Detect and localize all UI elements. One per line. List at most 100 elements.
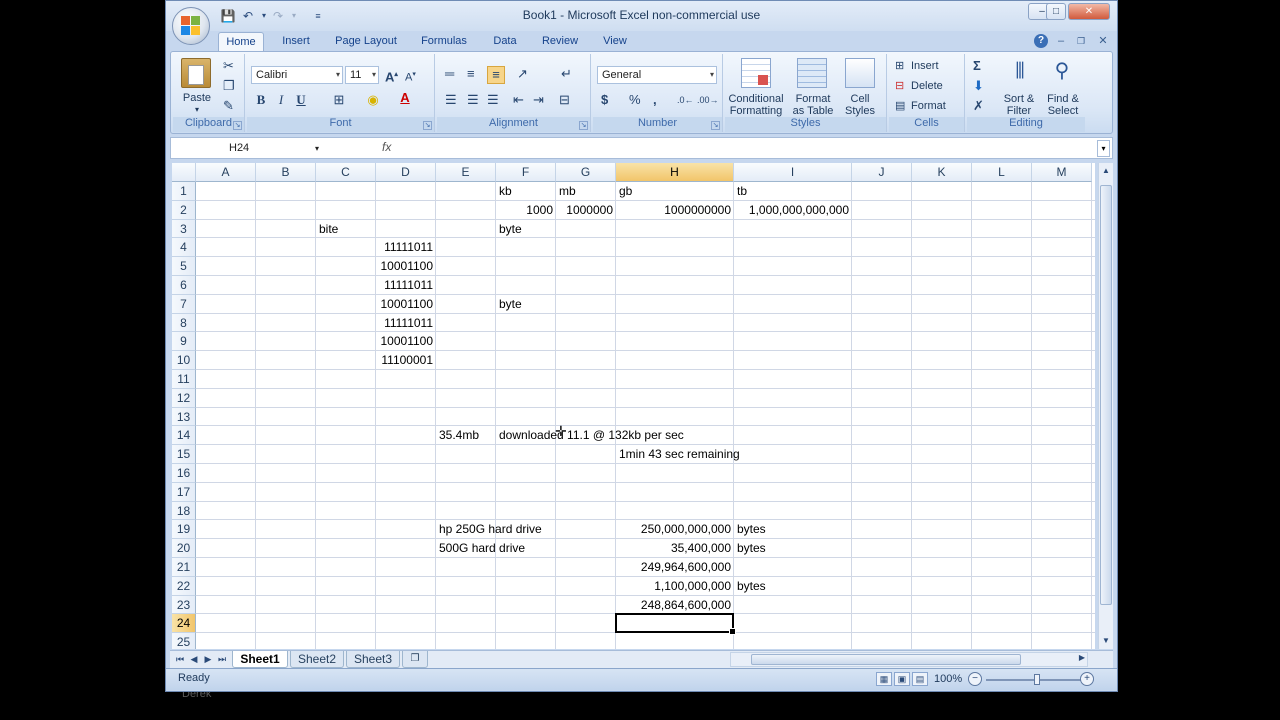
row-header-22[interactable]: 22 — [172, 576, 196, 596]
font-dialog-launcher[interactable]: ↘ — [423, 121, 432, 130]
prev-sheet-icon[interactable]: ◀ — [188, 653, 200, 666]
number-dialog-launcher[interactable]: ↘ — [711, 121, 720, 130]
tab-formulas[interactable]: Formulas — [414, 32, 474, 52]
row-header-10[interactable]: 10 — [172, 351, 196, 370]
last-sheet-icon[interactable]: ⏭ — [216, 653, 228, 666]
column-header-d[interactable]: D — [376, 163, 436, 182]
scroll-right-icon[interactable]: ▶ — [1079, 653, 1085, 662]
sort-filter-label-2[interactable]: Filter — [997, 105, 1041, 117]
tab-page-layout[interactable]: Page Layout — [330, 32, 402, 52]
find-select-label-1[interactable]: Find & — [1041, 93, 1085, 105]
zoom-out-icon[interactable]: − — [968, 672, 982, 686]
sheet-tab-sheet1[interactable]: Sheet1 — [232, 651, 288, 668]
cell-styles-label-2[interactable]: Styles — [839, 105, 881, 117]
sheet-tab-sheet2[interactable]: Sheet2 — [290, 651, 344, 668]
align-right-icon[interactable]: ☰ — [487, 92, 499, 108]
cell-f7[interactable]: byte — [499, 295, 522, 313]
cell-g1[interactable]: mb — [559, 182, 576, 200]
cell-f3[interactable]: byte — [499, 220, 522, 238]
close-button[interactable]: ✕ — [1068, 3, 1110, 20]
zoom-slider[interactable] — [986, 674, 1086, 685]
row-header-6[interactable]: 6 — [172, 276, 196, 295]
align-middle-icon[interactable]: ≡ — [467, 66, 475, 82]
zoom-level[interactable]: 100% — [934, 673, 962, 685]
paste-dropdown-icon[interactable]: ▾ — [177, 104, 217, 116]
cell-h21[interactable]: 249,964,600,000 — [616, 558, 731, 576]
workbook-close-icon[interactable]: ✕ — [1096, 34, 1110, 48]
row-header-24[interactable]: 24 — [172, 614, 196, 634]
alignment-dialog-launcher[interactable]: ↘ — [579, 121, 588, 130]
cell-d6[interactable]: 11111011 — [376, 276, 433, 294]
format-as-table-label-2[interactable]: as Table — [787, 105, 839, 117]
active-cell-border[interactable] — [615, 613, 736, 635]
find-select-label-2[interactable]: Select — [1041, 105, 1085, 117]
borders-icon[interactable]: ⊞ — [331, 92, 347, 108]
format-painter-icon[interactable]: ✎ — [223, 98, 234, 114]
cell-e20[interactable]: 500G hard drive — [439, 539, 525, 557]
insert-sheet-icon[interactable]: ❐ — [402, 651, 428, 668]
row-header-7[interactable]: 7 — [172, 294, 196, 314]
bold-button[interactable]: B — [253, 92, 269, 108]
first-sheet-icon[interactable]: ⏮ — [174, 653, 186, 666]
delete-cells-button[interactable]: Delete — [911, 80, 943, 92]
zoom-slider-thumb[interactable] — [1034, 674, 1040, 685]
column-header-l[interactable]: L — [972, 163, 1032, 182]
row-header-19[interactable]: 19 — [172, 520, 196, 540]
cell-i22[interactable]: bytes — [737, 577, 766, 595]
cell-f2[interactable]: 1000 — [496, 201, 553, 219]
font-size-combo[interactable]: 11 ▾ — [345, 66, 379, 84]
cell-d9[interactable]: 10001100 — [376, 332, 434, 350]
cell-i20[interactable]: bytes — [737, 539, 766, 557]
increase-indent-icon[interactable]: ⇥ — [533, 92, 544, 108]
column-header-f[interactable]: F — [496, 163, 556, 182]
tab-data[interactable]: Data — [486, 32, 524, 52]
row-header-25[interactable]: 25 — [172, 633, 196, 649]
conditional-formatting-label-2[interactable]: Formatting — [725, 105, 787, 117]
select-all-corner[interactable] — [172, 163, 196, 182]
cell-h2[interactable]: 1000000000 — [616, 201, 731, 219]
orientation-icon[interactable]: ↗ — [517, 66, 528, 82]
cell-h1[interactable]: gb — [619, 182, 632, 200]
row-header-16[interactable]: 16 — [172, 464, 196, 483]
column-header-h[interactable]: H — [616, 163, 734, 182]
formula-input[interactable] — [403, 139, 1093, 157]
tab-view[interactable]: View — [596, 32, 634, 52]
cell-i2[interactable]: 1,000,000,000,000 — [734, 201, 849, 219]
column-header-a[interactable]: A — [196, 163, 256, 182]
cell-f1[interactable]: kb — [499, 182, 512, 200]
row-header-11[interactable]: 11 — [172, 370, 196, 389]
column-header-m[interactable]: M — [1032, 163, 1092, 182]
font-color-icon[interactable]: A — [397, 90, 413, 106]
cut-icon[interactable]: ✂ — [223, 58, 234, 74]
tab-review[interactable]: Review — [536, 32, 584, 52]
row-header-23[interactable]: 23 — [172, 595, 196, 615]
row-header-4[interactable]: 4 — [172, 238, 196, 258]
conditional-formatting-label-1[interactable]: Conditional — [725, 93, 787, 105]
cell-h22[interactable]: 1,100,000,000 — [616, 577, 731, 595]
vertical-scrollbar[interactable]: ▲ ▼ — [1098, 163, 1113, 649]
merge-center-icon[interactable]: ⊟ — [559, 92, 570, 108]
cell-h15[interactable]: 1min 43 sec remaining — [619, 445, 740, 463]
row-header-21[interactable]: 21 — [172, 558, 196, 577]
cell-d4[interactable]: 11111011 — [376, 238, 433, 256]
cell-d8[interactable]: 11111011 — [376, 314, 433, 332]
tab-insert[interactable]: Insert — [274, 32, 318, 52]
row-header-2[interactable]: 2 — [172, 200, 196, 220]
cell-styles-label-1[interactable]: Cell — [839, 93, 881, 105]
format-cells-button[interactable]: Format — [911, 100, 946, 112]
shrink-font-icon[interactable]: A▾ — [405, 67, 416, 86]
fill-color-icon[interactable]: ◉ — [365, 92, 381, 108]
align-bottom-icon[interactable]: ≡ — [487, 66, 505, 84]
cell-d7[interactable]: 10001100 — [376, 295, 434, 313]
column-header-b[interactable]: B — [256, 163, 316, 182]
normal-view-icon[interactable]: ▦ — [876, 672, 892, 686]
row-header-3[interactable]: 3 — [172, 219, 196, 239]
cell-e14[interactable]: 35.4mb — [439, 426, 479, 444]
paste-button[interactable]: Paste — [177, 92, 217, 104]
number-format-combo[interactable]: General ▾ — [597, 66, 717, 84]
cell-e19[interactable]: hp 250G hard drive — [439, 520, 542, 538]
cell-i1[interactable]: tb — [737, 182, 747, 200]
fill-icon[interactable]: ⬇ — [973, 78, 984, 94]
column-header-j[interactable]: J — [852, 163, 912, 182]
underline-button[interactable]: U — [293, 92, 309, 108]
